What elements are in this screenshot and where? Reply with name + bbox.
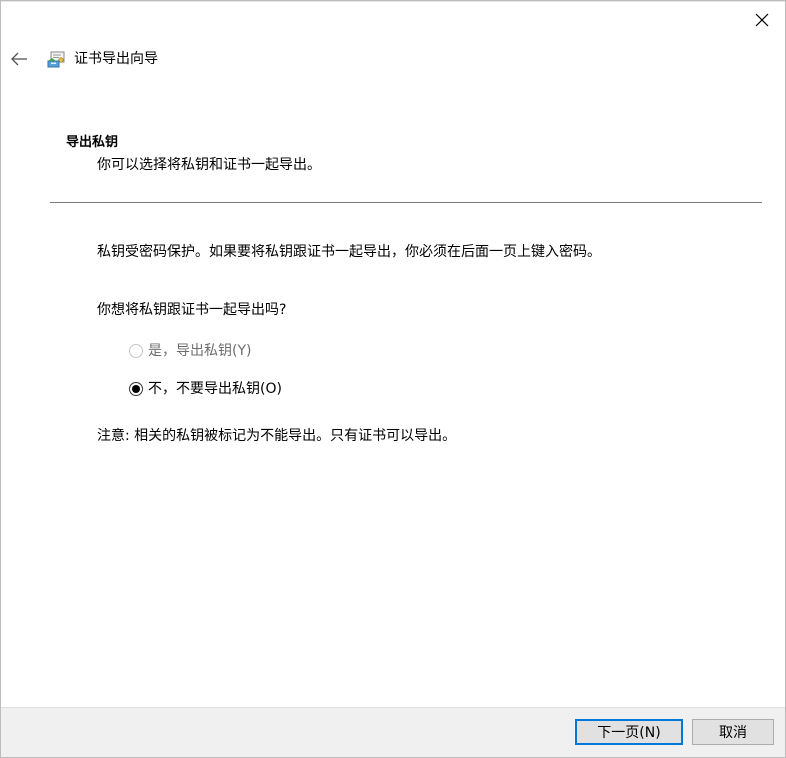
back-arrow-icon [11,52,27,66]
close-icon [755,13,769,27]
radio-button-yes [129,344,143,358]
radio-export-no[interactable]: 不，不要导出私钥(O) [129,380,282,398]
back-button[interactable] [7,47,31,71]
section-subtitle: 你可以选择将私钥和证书一起导出。 [97,157,321,173]
radio-button-no[interactable] [129,382,143,396]
radio-export-yes: 是，导出私钥(Y) [129,342,251,360]
close-button[interactable] [739,1,785,39]
export-note: 注意: 相关的私钥被标记为不能导出。只有证书可以导出。 [97,428,457,444]
export-question: 你想将私钥跟证书一起导出吗? [97,302,287,318]
wizard-footer: 下一页(N) 取消 [1,707,785,757]
next-button[interactable]: 下一页(N) [575,719,683,745]
wizard-window: 证书导出向导 导出私钥 你可以选择将私钥和证书一起导出。 私钥受密码保护。如果要… [0,0,786,758]
radio-label-yes: 是，导出私钥(Y) [148,343,252,359]
section-title: 导出私钥 [66,135,119,150]
radio-label-no[interactable]: 不，不要导出私钥(O) [148,380,282,398]
cancel-button[interactable]: 取消 [692,719,774,745]
certificate-wizard-icon [47,51,65,68]
info-text: 私钥受密码保护。如果要将私钥跟证书一起导出，你必须在后面一页上键入密码。 [97,244,601,260]
top-edge [1,1,785,2]
header-divider [50,202,762,203]
wizard-title: 证书导出向导 [74,51,158,67]
